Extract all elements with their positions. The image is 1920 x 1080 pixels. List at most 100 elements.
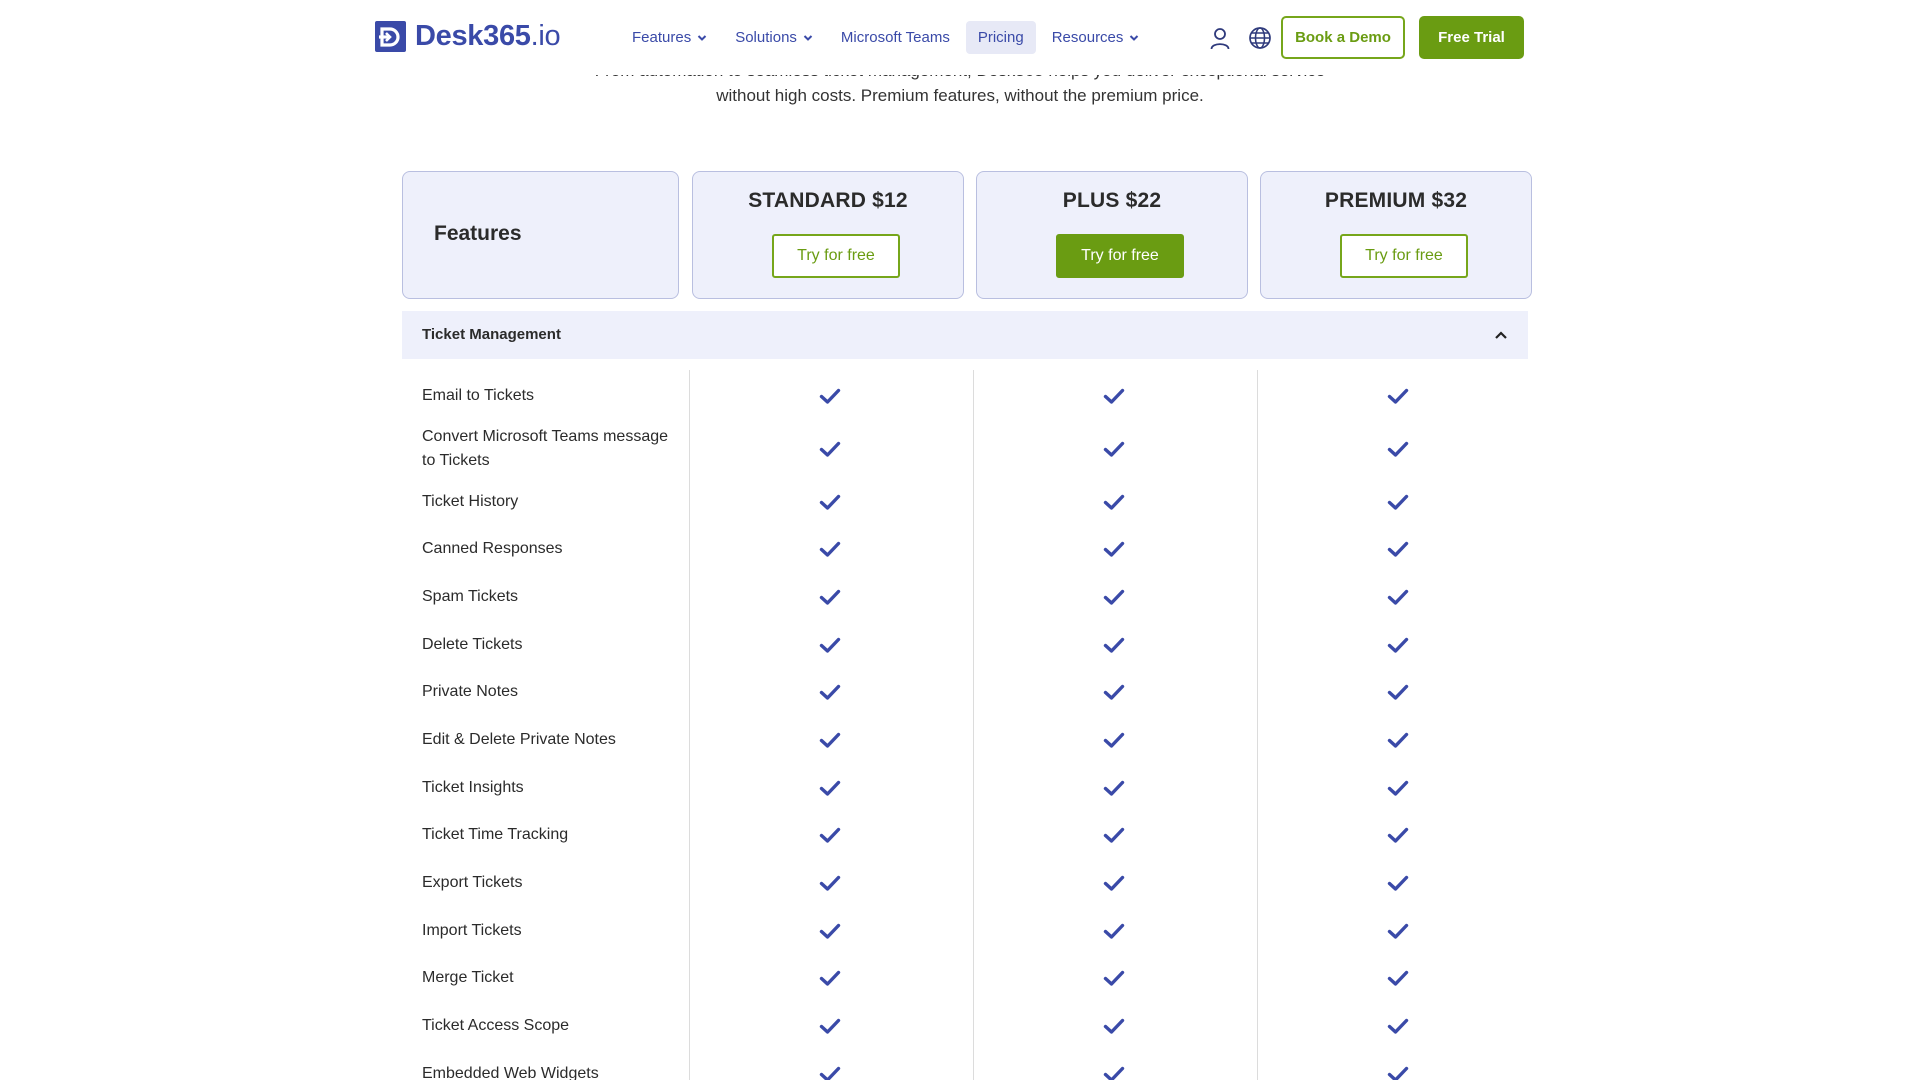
feature-name: Ticket Insights [422, 778, 524, 796]
feature-name: Spam Tickets [422, 587, 519, 605]
feature-row: Export Tickets [402, 859, 1528, 907]
try-for-free-button-premium[interactable]: Try for free [1340, 234, 1468, 278]
intro-line-2: without high costs. Premium features, wi… [716, 86, 1204, 105]
check-icon [1387, 542, 1409, 557]
check-cell-plus [1103, 826, 1125, 844]
nav-item-label: Resources [1051, 29, 1124, 46]
feature-row: Merge Ticket [402, 955, 1528, 1003]
check-icon [1387, 1066, 1409, 1080]
check-icon [1103, 494, 1125, 510]
feature-name: Canned Responses [422, 540, 563, 558]
check-icon [1387, 971, 1409, 987]
feature-row: Ticket History [402, 478, 1528, 526]
check-icon [819, 685, 841, 700]
chevron-down-icon [697, 34, 707, 41]
check-cell-standard [819, 1017, 841, 1035]
check-icon [1103, 685, 1125, 700]
feature-name: Merge Ticket [422, 969, 514, 987]
feature-row: Email to Tickets [402, 372, 1528, 420]
check-icon [819, 494, 841, 510]
check-icon [1103, 388, 1125, 404]
check-cell-standard [819, 779, 841, 797]
check-icon [819, 732, 841, 748]
check-cell-standard [819, 1065, 841, 1080]
chevron-up-icon[interactable] [1494, 328, 1508, 342]
nav-item-microsoft-teams[interactable]: Microsoft Teams [829, 21, 962, 54]
feature-name: Ticket History [422, 492, 519, 510]
check-cell-premium [1387, 1065, 1409, 1080]
chevron-down-icon [1130, 34, 1139, 41]
nav-item-pricing[interactable]: Pricing [965, 21, 1036, 54]
check-icon [1387, 388, 1409, 404]
try-for-free-button-plus[interactable]: Try for free [1056, 234, 1184, 278]
globe-icon[interactable] [1248, 26, 1272, 50]
feature-row: Convert Microsoft Teams message to Ticke… [402, 420, 1528, 478]
nav-item-solutions[interactable]: Solutions [723, 21, 825, 54]
check-icon [1103, 637, 1125, 653]
check-cell-standard [819, 731, 841, 749]
check-cell-premium [1387, 731, 1409, 749]
check-cell-plus [1103, 1017, 1125, 1035]
feature-name: Private Notes [422, 683, 519, 701]
feature-row: Embedded Web Widgets [402, 1050, 1528, 1080]
check-icon [1103, 1066, 1125, 1080]
check-cell-standard [819, 826, 841, 844]
check-icon [819, 388, 841, 404]
check-cell-standard [819, 440, 841, 458]
plan-title: PLUS $22 [1062, 189, 1162, 212]
feature-name: Ticket Access Scope [422, 1017, 570, 1035]
check-icon [819, 875, 841, 891]
check-cell-premium [1387, 874, 1409, 892]
try-for-free-button-standard[interactable]: Try for free [772, 234, 900, 278]
check-cell-premium [1387, 826, 1409, 844]
plan-title: STANDARD $12 [748, 189, 908, 212]
check-cell-plus [1103, 731, 1125, 749]
check-icon [1387, 441, 1409, 457]
check-cell-plus [1103, 493, 1125, 511]
check-icon [1387, 923, 1409, 939]
logo-text: Desk365.io [415, 20, 561, 52]
feature-row: Ticket Time Tracking [402, 812, 1528, 860]
check-cell-plus [1103, 969, 1125, 987]
section-ticket-management[interactable]: Ticket Management [402, 311, 1528, 359]
book-demo-button[interactable]: Book a Demo [1281, 16, 1405, 59]
logo[interactable]: Desk365.io [375, 20, 561, 53]
check-cell-premium [1387, 636, 1409, 654]
check-cell-premium [1387, 969, 1409, 987]
check-cell-standard [819, 636, 841, 654]
feature-row: Private Notes [402, 668, 1528, 716]
check-cell-standard [819, 540, 841, 558]
nav-item-label: Solutions [735, 29, 797, 46]
check-icon [1387, 780, 1409, 796]
check-icon [1103, 589, 1125, 605]
check-icon [1103, 441, 1125, 457]
check-cell-plus [1103, 922, 1125, 940]
check-icon [819, 780, 841, 796]
free-trial-button[interactable]: Free Trial [1419, 16, 1524, 59]
feature-row: Spam Tickets [402, 573, 1528, 621]
check-cell-plus [1103, 874, 1125, 892]
check-cell-premium [1387, 683, 1409, 701]
nav-item-label: Pricing [977, 29, 1024, 46]
check-icon [1387, 732, 1409, 748]
plan-card-plus: PLUS $22 Try for free [976, 171, 1248, 299]
plan-card-standard: STANDARD $12 Try for free [692, 171, 964, 299]
feature-row: Canned Responses [402, 525, 1528, 573]
check-icon [1103, 875, 1125, 891]
check-icon [1103, 971, 1125, 987]
check-icon [1387, 875, 1409, 891]
feature-name: Import Tickets [422, 921, 522, 939]
nav-item-resources[interactable]: Resources [1040, 21, 1152, 54]
check-icon [1103, 828, 1125, 844]
nav-item-label: Microsoft Teams [840, 29, 950, 46]
check-icon [1387, 828, 1409, 844]
check-cell-plus [1103, 387, 1125, 405]
check-icon [819, 589, 841, 605]
user-icon[interactable] [1208, 26, 1232, 50]
feature-name: Email to Tickets [422, 386, 535, 404]
check-cell-standard [819, 588, 841, 606]
check-icon [1387, 1018, 1409, 1034]
check-icon [819, 637, 841, 653]
nav-item-features[interactable]: Features [620, 21, 719, 54]
check-cell-standard [819, 874, 841, 892]
